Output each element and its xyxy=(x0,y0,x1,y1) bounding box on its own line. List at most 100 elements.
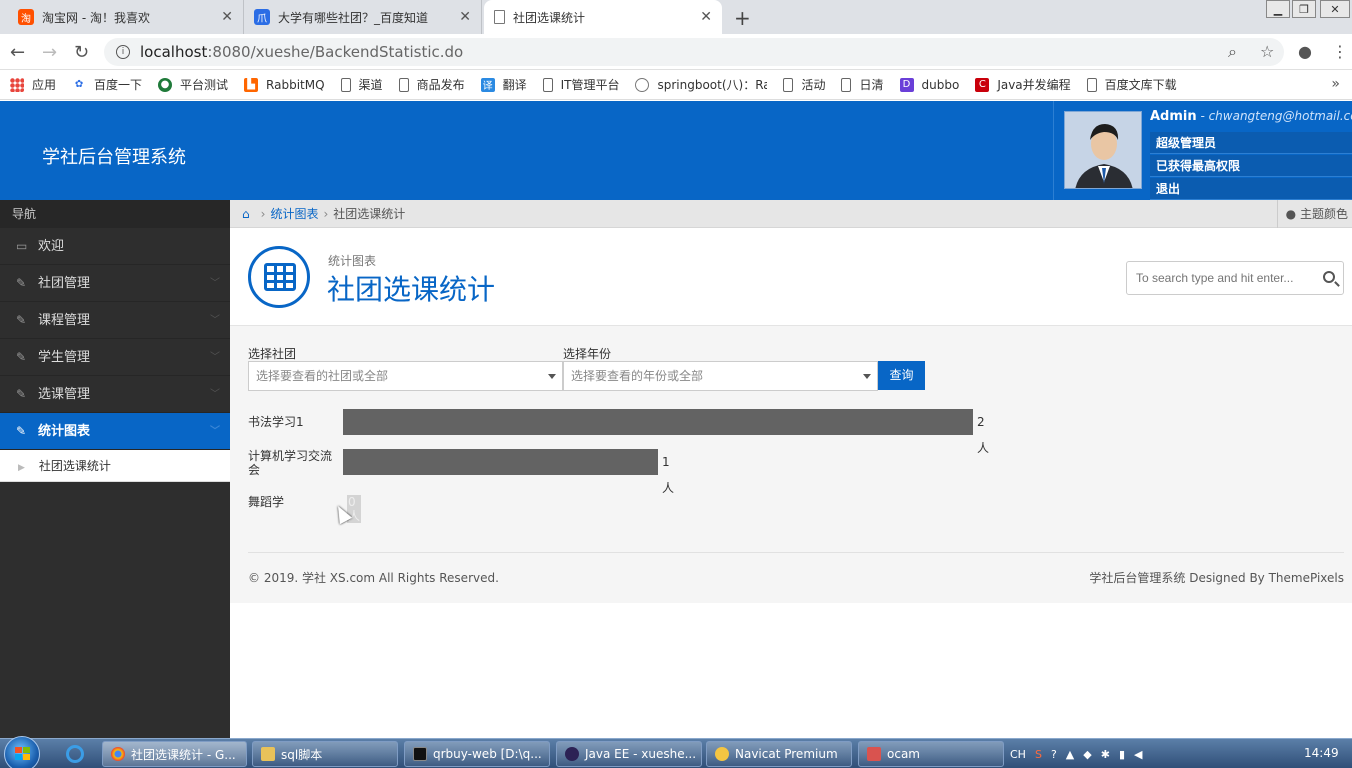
footer-divider xyxy=(248,552,1344,553)
browser-tab-strip: 淘 淘宝网 - 淘！我喜欢 ✕ 爪 大学有哪些社团？_百度知道 ✕ 社团选课统计… xyxy=(0,0,1352,34)
close-icon[interactable]: ✕ xyxy=(459,9,471,25)
info-icon[interactable]: i xyxy=(116,45,130,59)
query-button[interactable]: 查询 xyxy=(878,361,925,390)
minimize-button[interactable]: ▁ xyxy=(1266,0,1290,18)
bookmark-item[interactable]: 活动 xyxy=(783,76,825,93)
menu-icon[interactable]: ⋮ xyxy=(1332,42,1348,61)
sidebar-item-course-management[interactable]: ✎ 课程管理 ﹀ xyxy=(0,302,230,339)
theme-label: 主题颜色 xyxy=(1299,207,1348,221)
role-link[interactable]: 超级管理员 xyxy=(1150,132,1352,154)
bookmark-item[interactable]: springboot(八)：Ra xyxy=(635,76,767,93)
bookmark-item[interactable]: C Java并发编程 xyxy=(975,76,1071,93)
volume-icon[interactable]: ◀ xyxy=(1134,748,1142,761)
sidebar-item-selection-management[interactable]: ✎ 选课管理 ﹀ xyxy=(0,376,230,413)
search-box xyxy=(1126,261,1344,295)
internet-explorer-icon[interactable] xyxy=(66,745,84,763)
permission-link[interactable]: 已获得最高权限 xyxy=(1150,155,1352,177)
footer-credit: 学社后台管理系统 Designed By ThemePixels xyxy=(1089,571,1344,585)
bluetooth-icon[interactable]: ✱ xyxy=(1101,748,1110,761)
taskbar-sql-folder[interactable]: sql脚本 xyxy=(252,741,398,767)
laptop-icon: ▭ xyxy=(16,239,28,253)
sidebar-item-label: 统计图表 xyxy=(38,424,91,439)
sidebar-item-student-management[interactable]: ✎ 学生管理 ﹀ xyxy=(0,339,230,376)
app-title: 学社后台管理系统 xyxy=(42,147,186,168)
bookmarks-bar: 应用 ✿ 百度一下 ● 平台测试 ▙ RabbitMQ 渠道 商品发布 译翻译 IT管… xyxy=(0,70,1352,100)
theme-color-button[interactable]: ● 主题颜色 xyxy=(1276,200,1352,228)
browser-tab-active[interactable]: 社团选课统计 ✕ xyxy=(484,0,722,34)
bookmark-item[interactable]: 百度文库下载 xyxy=(1086,76,1177,93)
chevron-right-icon[interactable]: » xyxy=(1331,76,1340,92)
home-icon[interactable]: ⌂ xyxy=(242,207,250,221)
sidebar-item-club-management[interactable]: ✎ 社团管理 ﹀ xyxy=(0,265,230,302)
bookmark-item[interactable]: 译翻译 xyxy=(480,76,527,93)
search-input[interactable] xyxy=(1127,262,1307,294)
restore-button[interactable]: ❐ xyxy=(1292,0,1316,18)
close-window-button[interactable]: ✕ xyxy=(1320,0,1350,18)
close-icon[interactable]: ✕ xyxy=(700,9,712,25)
bookmark-item[interactable]: IT管理平台 xyxy=(542,76,620,93)
network-icon[interactable]: ▮ xyxy=(1119,748,1125,761)
profile-icon[interactable]: ● xyxy=(1298,42,1312,61)
sidebar-item-welcome[interactable]: ▭ 欢迎 xyxy=(0,228,230,265)
taskbar-eclipse[interactable]: Java EE - xueshe... xyxy=(556,741,702,767)
tray-expand-icon[interactable]: ▲ xyxy=(1066,748,1074,761)
browser-tab-baidu[interactable]: 爪 大学有哪些社团？_百度知道 ✕ xyxy=(244,0,482,34)
caret-down-icon xyxy=(863,374,871,379)
page-icon xyxy=(494,10,505,24)
bookmark-item[interactable]: ✿ 百度一下 xyxy=(72,76,142,93)
breadcrumb-parent-link[interactable]: 统计图表 xyxy=(270,205,318,222)
windows-logo-icon xyxy=(15,747,30,761)
chevron-right-icon: › xyxy=(323,206,329,221)
bookmark-label: IT管理平台 xyxy=(560,78,620,92)
bookmark-item[interactable]: 商品发布 xyxy=(398,76,465,93)
year-select[interactable]: 选择要查看的年份或全部 xyxy=(563,361,878,391)
taskbar-navicat[interactable]: Navicat Premium xyxy=(706,741,852,767)
bar xyxy=(343,409,973,435)
bar-label: 书法学习1 xyxy=(248,415,304,429)
bookmark-item[interactable]: 日清 xyxy=(841,76,884,93)
taskbar-label: qrbuy-web [D:\q... xyxy=(433,747,542,761)
logout-link[interactable]: 退出 xyxy=(1150,178,1352,200)
taskbar-chrome[interactable]: 社团选课统计 - G... xyxy=(102,741,247,767)
bookmark-item[interactable]: Ddubbo xyxy=(899,77,959,92)
url-field[interactable]: i localhost:8080/xueshe/BackendStatistic… xyxy=(104,38,1284,66)
sidebar-subitem-club-statistics[interactable]: ▶ 社团选课统计 xyxy=(0,450,230,482)
globe-icon xyxy=(635,77,650,92)
rabbitmq-icon: ▙ xyxy=(244,77,259,92)
back-icon[interactable]: ← xyxy=(10,42,25,63)
page-icon xyxy=(340,77,351,92)
translate-icon: 译 xyxy=(480,77,495,92)
close-icon[interactable]: ✕ xyxy=(221,9,233,25)
folder-icon xyxy=(261,747,275,761)
page-icon xyxy=(398,77,409,92)
taskbar-ocam[interactable]: ocam xyxy=(858,741,1004,767)
sidebar-subitem-label: 社团选课统计 xyxy=(38,459,111,473)
reload-icon[interactable]: ↻ xyxy=(74,42,89,63)
bookmark-item[interactable]: 应用 xyxy=(10,76,56,93)
tab-title: 淘宝网 - 淘！我喜欢 xyxy=(42,10,150,25)
pencil-icon: ✎ xyxy=(16,276,27,290)
new-tab-button[interactable]: + xyxy=(734,6,751,30)
sogou-icon[interactable]: S xyxy=(1035,748,1042,761)
bookmark-item[interactable]: ● 平台测试 xyxy=(158,76,228,93)
chevron-right-icon: › xyxy=(260,206,266,221)
club-select[interactable]: 选择要查看的社团或全部 xyxy=(248,361,563,391)
bookmark-label: RabbitMQ xyxy=(266,77,325,92)
zoom-icon[interactable]: ⌕ xyxy=(1228,42,1237,62)
help-icon[interactable]: ? xyxy=(1051,748,1057,761)
search-icon[interactable] xyxy=(1323,271,1335,283)
forward-icon[interactable]: → xyxy=(42,42,57,63)
chevron-down-icon: ﹀ xyxy=(210,278,220,289)
browser-tab-taobao[interactable]: 淘 淘宝网 - 淘！我喜欢 ✕ xyxy=(8,0,244,34)
taskbar-idea[interactable]: qrbuy-web [D:\q... xyxy=(404,741,550,767)
shield-icon[interactable]: ◆ xyxy=(1083,748,1091,761)
input-language[interactable]: CH xyxy=(1010,748,1026,761)
sidebar-item-statistics[interactable]: ✎ 统计图表 ﹀ xyxy=(0,413,230,450)
bookmark-item[interactable]: 渠道 xyxy=(340,76,383,93)
star-icon[interactable]: ☆ xyxy=(1260,42,1274,61)
bookmark-item[interactable]: ▙ RabbitMQ xyxy=(244,77,325,92)
intellij-icon xyxy=(413,747,427,761)
page-icon xyxy=(542,77,553,92)
clock[interactable]: 14:49 xyxy=(1304,746,1339,760)
start-button[interactable] xyxy=(4,736,40,768)
